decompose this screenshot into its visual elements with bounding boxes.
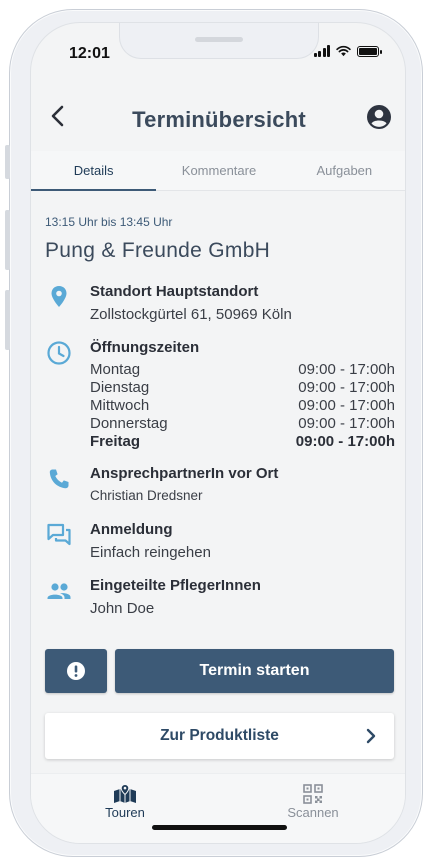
people-icon bbox=[47, 583, 71, 599]
day-label: Dienstag bbox=[90, 379, 150, 396]
hours-value: 09:00 - 17:00h bbox=[298, 415, 395, 432]
exclamation-icon bbox=[67, 662, 85, 680]
location-heading: Standort Hauptstandort bbox=[90, 283, 259, 300]
hours-value: 09:00 - 17:00h bbox=[298, 379, 395, 396]
header: Terminübersicht bbox=[31, 95, 405, 139]
hours-row-wednesday: Mittwoch 09:00 - 17:00h bbox=[90, 397, 395, 415]
status-icons bbox=[313, 45, 382, 57]
battery-icon bbox=[357, 45, 382, 57]
side-button bbox=[5, 145, 10, 179]
caregivers-heading: Eingeteilte PflegerInnen bbox=[90, 577, 261, 594]
registration-heading: Anmeldung bbox=[90, 521, 173, 538]
nav-label-touren: Touren bbox=[105, 805, 145, 820]
wifi-icon bbox=[336, 45, 351, 57]
hours-row-monday: Montag 09:00 - 17:00h bbox=[90, 361, 395, 379]
report-issue-button[interactable] bbox=[45, 649, 107, 693]
day-label: Donnerstag bbox=[90, 415, 168, 432]
product-list-label: Zur Produktliste bbox=[160, 727, 279, 744]
nav-item-touren[interactable]: Touren bbox=[31, 774, 219, 843]
start-appointment-button[interactable]: Termin starten bbox=[115, 649, 394, 693]
nav-item-scannen[interactable]: Scannen bbox=[219, 774, 405, 843]
page-title: Terminübersicht bbox=[132, 107, 306, 132]
location-address: Zollstockgürtel 61, 50969 Köln bbox=[90, 306, 292, 323]
day-label: Mittwoch bbox=[90, 397, 150, 414]
company-name: Pung & Freunde GmbH bbox=[45, 239, 271, 262]
registration-value: Einfach reingehen bbox=[90, 544, 211, 561]
bottom-navigation: Touren Scannen bbox=[31, 773, 405, 843]
map-icon bbox=[114, 784, 136, 803]
hours-row-tuesday: Dienstag 09:00 - 17:00h bbox=[90, 379, 395, 397]
clock-icon bbox=[47, 341, 71, 365]
status-time: 12:01 bbox=[69, 45, 110, 62]
tab-kommentare[interactable]: Kommentare bbox=[156, 151, 281, 190]
registration-row: Anmeldung Einfach reingehen bbox=[45, 521, 395, 565]
speaker bbox=[195, 37, 243, 42]
day-label: Freitag bbox=[90, 433, 141, 450]
appointment-time-range: 13:15 Uhr bis 13:45 Uhr bbox=[45, 215, 173, 229]
side-button bbox=[5, 290, 10, 350]
caregivers-value: John Doe bbox=[90, 600, 155, 617]
account-icon[interactable] bbox=[365, 103, 393, 131]
nav-label-scannen: Scannen bbox=[287, 805, 339, 820]
qr-code-icon bbox=[303, 784, 323, 804]
chat-icon bbox=[47, 523, 71, 546]
day-label: Montag bbox=[90, 361, 141, 378]
opening-hours-row: Öffnungszeiten Montag 09:00 - 17:00h Die… bbox=[45, 339, 395, 455]
tab-aufgaben[interactable]: Aufgaben bbox=[282, 151, 405, 190]
contact-name: Christian Dredsner bbox=[90, 488, 203, 503]
phone-icon bbox=[49, 469, 69, 489]
hours-value: 09:00 - 17:00h bbox=[298, 361, 395, 378]
chevron-right-icon bbox=[366, 728, 376, 744]
location-pin-icon bbox=[51, 286, 67, 307]
side-button bbox=[5, 210, 10, 270]
tab-bar: Details Kommentare Aufgaben bbox=[31, 151, 405, 191]
hours-value: 09:00 - 17:00h bbox=[298, 397, 395, 414]
opening-hours-heading: Öffnungszeiten bbox=[90, 339, 200, 356]
caregivers-row: Eingeteilte PflegerInnen John Doe bbox=[45, 577, 395, 621]
phone-screen: 12:01 Terminübersicht Details Kommentare… bbox=[30, 22, 406, 844]
home-indicator bbox=[152, 825, 287, 830]
location-row: Standort Hauptstandort Zollstockgürtel 6… bbox=[45, 283, 395, 327]
contact-heading: AnsprechpartnerIn vor Ort bbox=[90, 465, 279, 482]
product-list-button[interactable]: Zur Produktliste bbox=[45, 713, 394, 759]
contact-row: AnsprechpartnerIn vor Ort Christian Dred… bbox=[45, 465, 395, 509]
opening-hours-list: Montag 09:00 - 17:00h Dienstag 09:00 - 1… bbox=[90, 361, 395, 451]
tab-details[interactable]: Details bbox=[31, 151, 157, 191]
hours-row-friday: Freitag 09:00 - 17:00h bbox=[90, 433, 395, 451]
hours-row-thursday: Donnerstag 09:00 - 17:00h bbox=[90, 415, 395, 433]
signal-icon bbox=[313, 45, 330, 57]
hours-value: 09:00 - 17:00h bbox=[295, 433, 395, 450]
